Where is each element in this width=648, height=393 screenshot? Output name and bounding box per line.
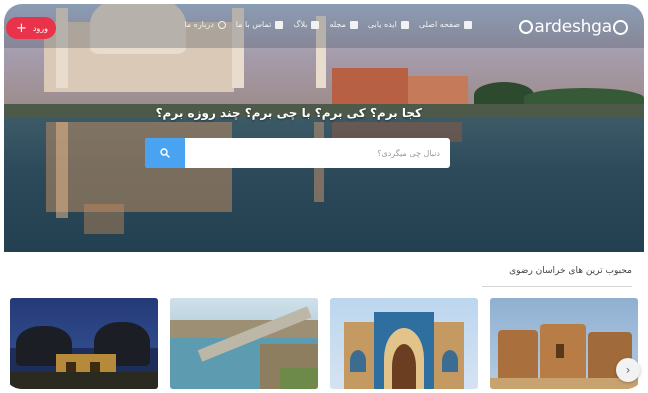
nav-item-home[interactable]: صفحه اصلی bbox=[419, 20, 472, 29]
logo-g-mark bbox=[519, 20, 534, 34]
logo-text: ardeshga bbox=[534, 17, 612, 37]
book-icon bbox=[349, 20, 358, 29]
top-navbar: ardeshga صفحه اصلی ایده یابی مجله بلاگ ت… bbox=[4, 4, 644, 48]
nav-item-label: مجله bbox=[329, 20, 346, 29]
chevron-right-icon: › bbox=[625, 363, 631, 377]
site-logo[interactable]: ardeshga bbox=[519, 16, 628, 38]
nav-item-blog[interactable]: بلاگ bbox=[293, 20, 320, 29]
nav-item-label: بلاگ bbox=[293, 20, 308, 29]
nav-item-magazine[interactable]: مجله bbox=[329, 20, 358, 29]
search-icon bbox=[160, 148, 170, 158]
hero-tagline: کجا برم؟ کی برم؟ با چی برم؟ چند روزه برم… bbox=[155, 106, 422, 120]
lightbulb-icon bbox=[400, 20, 409, 29]
nav-item-contact[interactable]: تماس با ما bbox=[236, 20, 284, 29]
search-button[interactable] bbox=[145, 138, 185, 168]
nav-item-label: صفحه اصلی bbox=[418, 20, 460, 29]
nav-item-label: ایده یابی bbox=[367, 20, 397, 29]
place-card-shrine-night[interactable] bbox=[10, 298, 158, 389]
login-button[interactable]: + ورود bbox=[6, 17, 56, 39]
nav-item-about[interactable]: درباره ما bbox=[184, 20, 226, 29]
hero-banner: ardeshga صفحه اصلی ایده یابی مجله بلاگ ت… bbox=[4, 4, 644, 252]
login-button-label: ورود bbox=[32, 23, 48, 33]
section-title: محبوب ترین های خراسان رضوی bbox=[509, 266, 632, 276]
nav-item-ideas[interactable]: ایده یابی bbox=[368, 20, 409, 29]
home-icon bbox=[464, 20, 472, 29]
place-card-dam-lake[interactable] bbox=[170, 298, 318, 389]
browser-viewport: ardeshga صفحه اصلی ایده یابی مجله بلاگ ت… bbox=[4, 4, 644, 389]
search-box bbox=[145, 138, 450, 168]
search-input[interactable] bbox=[185, 138, 450, 168]
place-card-mosque-portal[interactable] bbox=[330, 298, 478, 389]
section-divider bbox=[482, 286, 632, 287]
phone-icon bbox=[275, 20, 284, 29]
plus-icon: + bbox=[16, 20, 27, 36]
logo-o-mark bbox=[613, 19, 628, 35]
main-nav: صفحه اصلی ایده یابی مجله بلاگ تماس با ما bbox=[184, 20, 472, 29]
nav-item-label: درباره ما bbox=[184, 20, 214, 29]
pen-icon bbox=[311, 20, 320, 29]
nav-item-label: تماس با ما bbox=[235, 20, 272, 29]
carousel-next-button[interactable]: › bbox=[616, 358, 640, 382]
info-icon bbox=[217, 20, 226, 29]
place-card-mud-fortress[interactable] bbox=[490, 298, 638, 389]
